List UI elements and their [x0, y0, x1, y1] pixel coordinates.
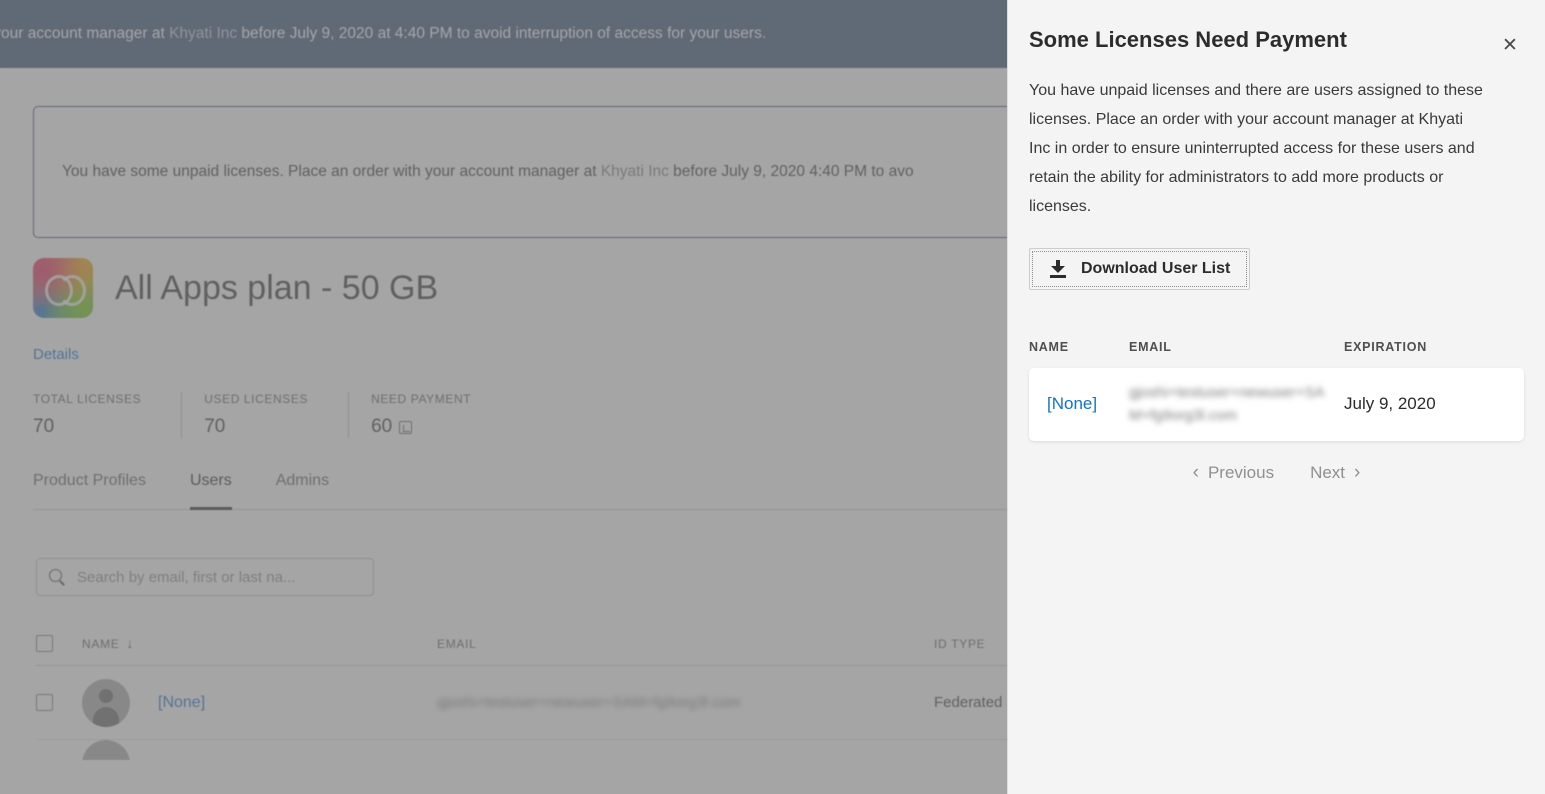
panel-table-row[interactable]: [None] gjoshi+testuser+newuser+SAM+fg9or…	[1029, 367, 1524, 441]
modal-dim-overlay[interactable]	[0, 0, 1007, 794]
panel-table-header: NAME EMAIL EXPIRATION	[1029, 340, 1524, 368]
licenses-need-payment-panel: Some Licenses Need Payment ✕ You have un…	[1007, 0, 1545, 794]
chevron-left-icon: ‹	[1192, 462, 1199, 484]
unpaid-licenses-table: NAME EMAIL EXPIRATION [None] gjoshi+test…	[1029, 340, 1524, 483]
panel-title: Some Licenses Need Payment	[1029, 27, 1347, 52]
panel-header: Some Licenses Need Payment ✕	[1008, 0, 1545, 60]
panel-row-email: gjoshi+testuser+newuser+SAM+fg9org3l.com	[1129, 383, 1325, 425]
download-icon	[1049, 259, 1067, 278]
download-user-list-label: Download User List	[1081, 259, 1231, 277]
panel-body-text: You have unpaid licenses and there are u…	[1029, 82, 1483, 216]
next-page-button[interactable]: Next ›	[1310, 463, 1360, 483]
panel-column-header-expiration: EXPIRATION	[1344, 339, 1427, 354]
close-icon[interactable]: ✕	[1495, 30, 1525, 60]
panel-pagination: ‹ Previous Next ›	[1029, 463, 1524, 483]
download-user-list-button[interactable]: Download User List	[1029, 247, 1251, 290]
next-page-label: Next	[1310, 462, 1346, 482]
panel-row-name-link[interactable]: [None]	[1029, 394, 1129, 414]
panel-column-header-name: NAME	[1029, 339, 1069, 354]
panel-row-expiration: July 9, 2020	[1344, 394, 1436, 414]
app-root: n order with your account manager at Khy…	[0, 0, 1545, 794]
chevron-right-icon: ›	[1354, 462, 1361, 484]
panel-column-header-email: EMAIL	[1129, 339, 1172, 354]
previous-page-label: Previous	[1207, 462, 1275, 482]
previous-page-button[interactable]: ‹ Previous	[1193, 463, 1274, 483]
